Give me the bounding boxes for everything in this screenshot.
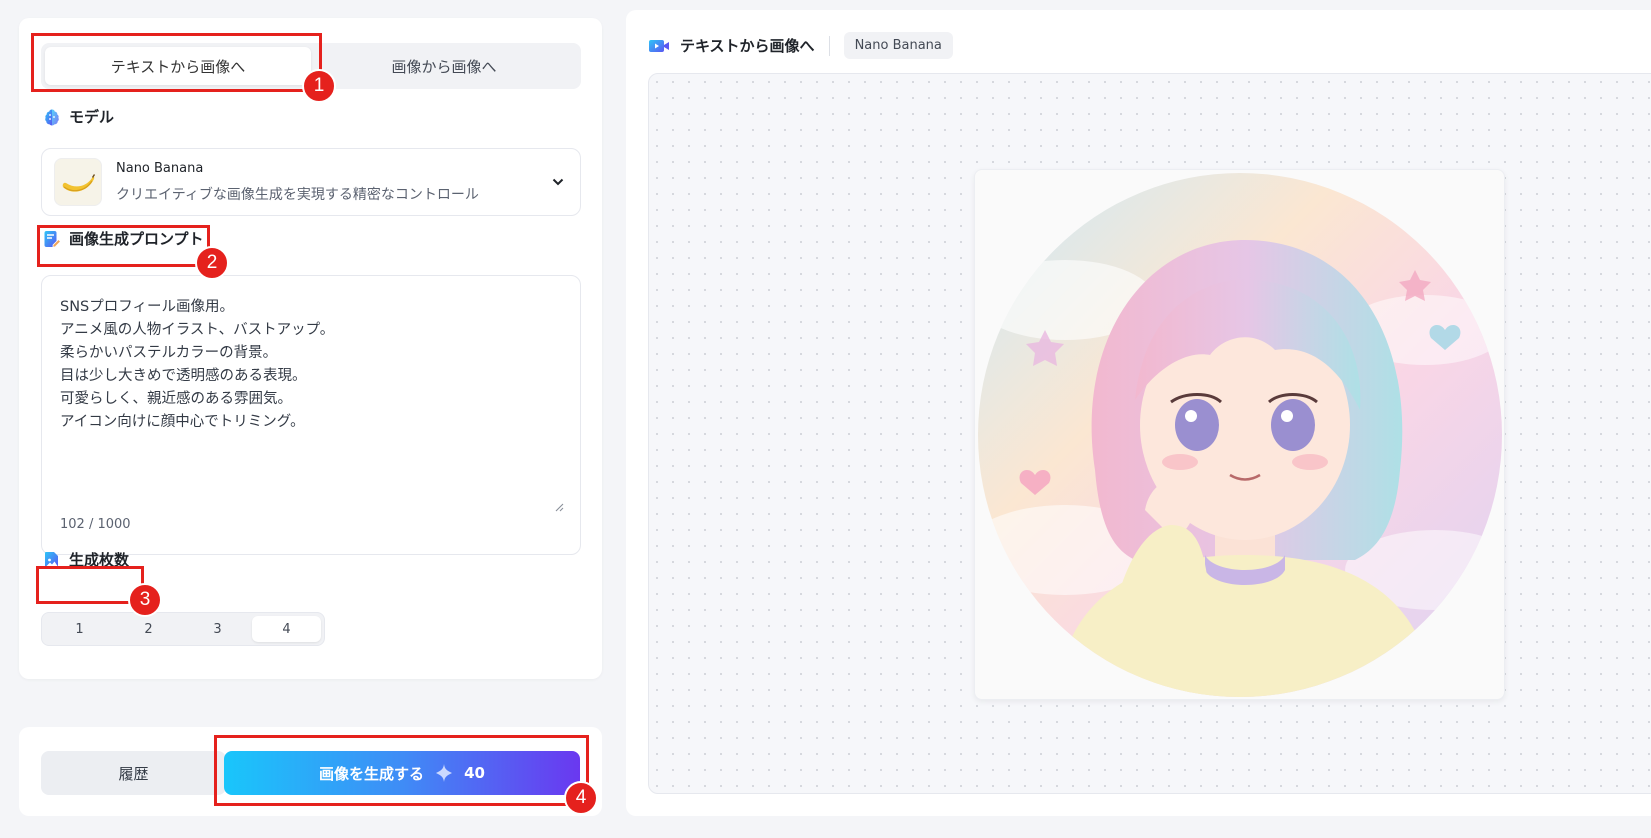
brain-icon [45,109,59,125]
tab-image-to-image[interactable]: 画像から画像へ [311,47,577,85]
annotation-box-1 [31,33,322,92]
annotation-badge-2: 2 [195,246,229,280]
history-button[interactable]: 履歴 [41,751,226,795]
annotation-badge-3: 3 [128,583,162,617]
prompt-textarea[interactable]: SNSプロフィール画像用。 アニメ風の人物イラスト、バストアップ。 柔らかいパス… [60,296,560,511]
model-name: Nano Banana [116,160,204,176]
model-select[interactable]: Nano Banana クリエイティブな画像生成を実現する精密なコントロール [41,148,581,216]
model-label: モデル [69,108,115,126]
preview-canvas [648,73,1651,794]
preview-title: テキストから画像へ [680,37,815,55]
preview-header: テキストから画像へ Nano Banana [648,32,953,59]
anime-avatar-image [978,173,1502,697]
count-option-4[interactable]: 4 [252,616,321,642]
chevron-down-icon[interactable] [548,172,568,192]
preview-panel: テキストから画像へ Nano Banana [626,10,1651,816]
count-option-2[interactable]: 2 [114,616,183,642]
model-description: クリエイティブな画像生成を実現する精密なコントロール [116,186,479,203]
generated-image[interactable] [974,169,1505,700]
model-tag: Nano Banana [843,32,953,59]
annotation-badge-4: 4 [564,781,598,815]
count-selector: 1 2 3 4 [41,612,325,646]
banana-icon [54,158,102,206]
video-camera-icon [649,39,669,52]
header-divider [828,35,830,56]
annotation-box-2 [37,225,210,267]
count-option-1[interactable]: 1 [45,616,114,642]
annotation-box-4 [214,735,589,806]
count-option-3[interactable]: 3 [183,616,252,642]
annotation-badge-1: 1 [302,69,336,103]
model-section-label: モデル [43,106,114,127]
prompt-field[interactable]: SNSプロフィール画像用。 アニメ風の人物イラスト、バストアップ。 柔らかいパス… [41,275,581,555]
resize-grip-icon[interactable] [554,502,564,512]
character-counter: 102 / 1000 [60,517,131,532]
